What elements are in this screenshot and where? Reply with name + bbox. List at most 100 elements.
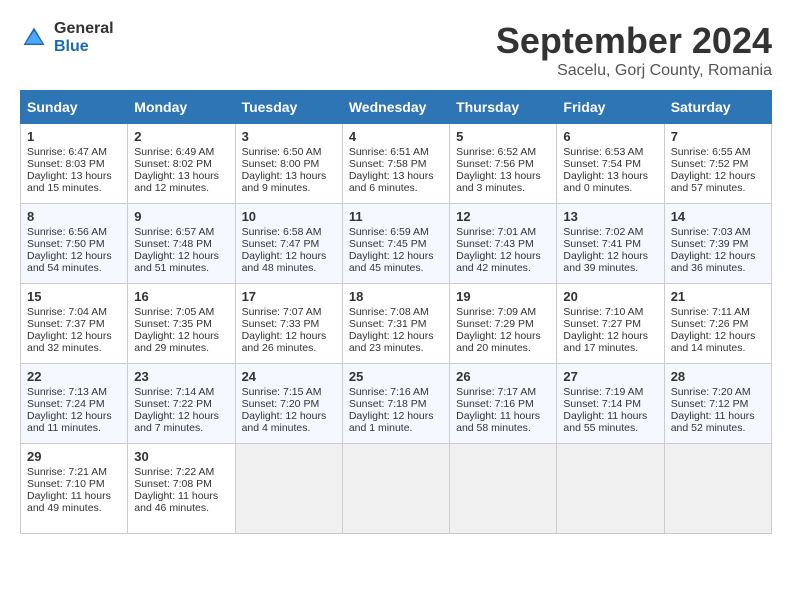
- sunrise-text: Sunrise: 6:59 AM: [349, 226, 429, 238]
- sunrise-text: Sunrise: 7:11 AM: [671, 306, 750, 318]
- sunrise-text: Sunrise: 6:53 AM: [563, 146, 643, 158]
- daylight-text: Daylight: 12 hours and 23 minutes.: [349, 330, 434, 354]
- sunset-text: Sunset: 7:18 PM: [349, 398, 427, 410]
- day-number: 19: [456, 289, 550, 304]
- calendar-week-row: 22 Sunrise: 7:13 AM Sunset: 7:24 PM Dayl…: [21, 364, 772, 444]
- day-number: 4: [349, 129, 443, 144]
- sunrise-text: Sunrise: 6:50 AM: [242, 146, 322, 158]
- calendar-cell: 5 Sunrise: 6:52 AM Sunset: 7:56 PM Dayli…: [450, 124, 557, 204]
- sunset-text: Sunset: 7:12 PM: [671, 398, 749, 410]
- day-number: 3: [242, 129, 336, 144]
- sunrise-text: Sunrise: 7:13 AM: [27, 386, 107, 398]
- daylight-text: Daylight: 13 hours and 15 minutes.: [27, 170, 112, 194]
- daylight-text: Daylight: 12 hours and 36 minutes.: [671, 250, 756, 274]
- daylight-text: Daylight: 12 hours and 11 minutes.: [27, 410, 112, 434]
- daylight-text: Daylight: 11 hours and 52 minutes.: [671, 410, 755, 434]
- calendar-week-row: 8 Sunrise: 6:56 AM Sunset: 7:50 PM Dayli…: [21, 204, 772, 284]
- sunrise-text: Sunrise: 6:52 AM: [456, 146, 536, 158]
- sunset-text: Sunset: 7:33 PM: [242, 318, 320, 330]
- daylight-text: Daylight: 12 hours and 1 minute.: [349, 410, 434, 434]
- daylight-text: Daylight: 11 hours and 46 minutes.: [134, 490, 218, 514]
- calendar-cell: [342, 444, 449, 534]
- sunrise-text: Sunrise: 6:51 AM: [349, 146, 429, 158]
- calendar-cell: 10 Sunrise: 6:58 AM Sunset: 7:47 PM Dayl…: [235, 204, 342, 284]
- sunset-text: Sunset: 7:16 PM: [456, 398, 534, 410]
- sunrise-text: Sunrise: 6:56 AM: [27, 226, 107, 238]
- calendar-header-monday: Monday: [128, 91, 235, 124]
- daylight-text: Daylight: 12 hours and 32 minutes.: [27, 330, 112, 354]
- daylight-text: Daylight: 13 hours and 0 minutes.: [563, 170, 648, 194]
- calendar-cell: 25 Sunrise: 7:16 AM Sunset: 7:18 PM Dayl…: [342, 364, 449, 444]
- calendar-cell: 20 Sunrise: 7:10 AM Sunset: 7:27 PM Dayl…: [557, 284, 664, 364]
- sunrise-text: Sunrise: 7:01 AM: [456, 226, 536, 238]
- sunset-text: Sunset: 7:54 PM: [563, 158, 641, 170]
- daylight-text: Daylight: 13 hours and 6 minutes.: [349, 170, 434, 194]
- sunrise-text: Sunrise: 6:47 AM: [27, 146, 107, 158]
- sunset-text: Sunset: 7:20 PM: [242, 398, 320, 410]
- sunrise-text: Sunrise: 6:55 AM: [671, 146, 751, 158]
- day-number: 29: [27, 449, 121, 464]
- calendar-cell: 6 Sunrise: 6:53 AM Sunset: 7:54 PM Dayli…: [557, 124, 664, 204]
- daylight-text: Daylight: 12 hours and 7 minutes.: [134, 410, 219, 434]
- day-number: 30: [134, 449, 228, 464]
- daylight-text: Daylight: 12 hours and 14 minutes.: [671, 330, 756, 354]
- sunrise-text: Sunrise: 7:07 AM: [242, 306, 322, 318]
- day-number: 26: [456, 369, 550, 384]
- day-number: 1: [27, 129, 121, 144]
- calendar-cell: 29 Sunrise: 7:21 AM Sunset: 7:10 PM Dayl…: [21, 444, 128, 534]
- day-number: 22: [27, 369, 121, 384]
- daylight-text: Daylight: 12 hours and 48 minutes.: [242, 250, 327, 274]
- sunset-text: Sunset: 7:08 PM: [134, 478, 212, 490]
- calendar-cell: 30 Sunrise: 7:22 AM Sunset: 7:08 PM Dayl…: [128, 444, 235, 534]
- sunrise-text: Sunrise: 7:20 AM: [671, 386, 751, 398]
- calendar-cell: [235, 444, 342, 534]
- day-number: 13: [563, 209, 657, 224]
- sunset-text: Sunset: 7:29 PM: [456, 318, 534, 330]
- calendar-header-sunday: Sunday: [21, 91, 128, 124]
- header: General Blue September 2024 Sacelu, Gorj…: [20, 20, 772, 80]
- sunset-text: Sunset: 7:41 PM: [563, 238, 641, 250]
- calendar-cell: 22 Sunrise: 7:13 AM Sunset: 7:24 PM Dayl…: [21, 364, 128, 444]
- day-number: 9: [134, 209, 228, 224]
- day-number: 28: [671, 369, 765, 384]
- sunrise-text: Sunrise: 6:49 AM: [134, 146, 214, 158]
- day-number: 15: [27, 289, 121, 304]
- calendar-cell: 18 Sunrise: 7:08 AM Sunset: 7:31 PM Dayl…: [342, 284, 449, 364]
- calendar-header-row: SundayMondayTuesdayWednesdayThursdayFrid…: [21, 91, 772, 124]
- calendar-cell: 2 Sunrise: 6:49 AM Sunset: 8:02 PM Dayli…: [128, 124, 235, 204]
- daylight-text: Daylight: 12 hours and 51 minutes.: [134, 250, 219, 274]
- sunset-text: Sunset: 7:26 PM: [671, 318, 749, 330]
- calendar-week-row: 1 Sunrise: 6:47 AM Sunset: 8:03 PM Dayli…: [21, 124, 772, 204]
- calendar-cell: 14 Sunrise: 7:03 AM Sunset: 7:39 PM Dayl…: [664, 204, 771, 284]
- logo-general-text: General: [54, 20, 114, 38]
- daylight-text: Daylight: 12 hours and 17 minutes.: [563, 330, 648, 354]
- calendar-cell: 8 Sunrise: 6:56 AM Sunset: 7:50 PM Dayli…: [21, 204, 128, 284]
- daylight-text: Daylight: 11 hours and 49 minutes.: [27, 490, 111, 514]
- sunrise-text: Sunrise: 7:15 AM: [242, 386, 322, 398]
- sunset-text: Sunset: 7:22 PM: [134, 398, 212, 410]
- sunrise-text: Sunrise: 6:57 AM: [134, 226, 214, 238]
- sunrise-text: Sunrise: 7:02 AM: [563, 226, 643, 238]
- calendar-cell: [450, 444, 557, 534]
- calendar-cell: 9 Sunrise: 6:57 AM Sunset: 7:48 PM Dayli…: [128, 204, 235, 284]
- sunset-text: Sunset: 7:45 PM: [349, 238, 427, 250]
- calendar-cell: 3 Sunrise: 6:50 AM Sunset: 8:00 PM Dayli…: [235, 124, 342, 204]
- calendar-cell: 12 Sunrise: 7:01 AM Sunset: 7:43 PM Dayl…: [450, 204, 557, 284]
- calendar-cell: 26 Sunrise: 7:17 AM Sunset: 7:16 PM Dayl…: [450, 364, 557, 444]
- day-number: 2: [134, 129, 228, 144]
- day-number: 17: [242, 289, 336, 304]
- month-title: September 2024: [496, 20, 772, 62]
- calendar-cell: [557, 444, 664, 534]
- calendar-cell: 7 Sunrise: 6:55 AM Sunset: 7:52 PM Dayli…: [664, 124, 771, 204]
- sunrise-text: Sunrise: 7:16 AM: [349, 386, 429, 398]
- calendar-header-saturday: Saturday: [664, 91, 771, 124]
- calendar-header-friday: Friday: [557, 91, 664, 124]
- day-number: 14: [671, 209, 765, 224]
- calendar-cell: [664, 444, 771, 534]
- sunset-text: Sunset: 7:35 PM: [134, 318, 212, 330]
- sunset-text: Sunset: 7:43 PM: [456, 238, 534, 250]
- sunset-text: Sunset: 7:39 PM: [671, 238, 749, 250]
- daylight-text: Daylight: 12 hours and 4 minutes.: [242, 410, 327, 434]
- sunrise-text: Sunrise: 7:14 AM: [134, 386, 214, 398]
- daylight-text: Daylight: 12 hours and 42 minutes.: [456, 250, 541, 274]
